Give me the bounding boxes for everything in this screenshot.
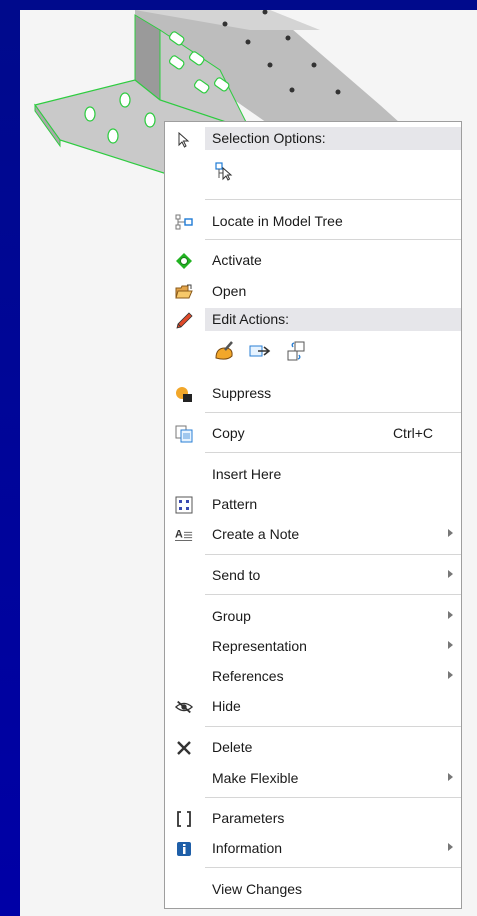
submenu-arrow-icon	[448, 611, 453, 619]
parameters-brackets-icon	[175, 810, 193, 828]
pick-from-list-icon[interactable]	[212, 159, 236, 183]
separator	[205, 797, 461, 798]
information-icon	[175, 840, 193, 858]
submenu-arrow-icon	[448, 671, 453, 679]
note-icon: A	[175, 526, 193, 544]
edit-actions-band: Edit Actions:	[205, 308, 461, 331]
send-to-item[interactable]: Send to	[165, 560, 461, 590]
activate-item[interactable]: Activate	[165, 245, 461, 275]
graphics-viewport[interactable]: Selection Options: Locate in Model Tree …	[20, 10, 477, 916]
representation-item[interactable]: Representation	[165, 631, 461, 661]
copy-item[interactable]: Copy Ctrl+C	[165, 418, 461, 448]
submenu-arrow-icon	[448, 773, 453, 781]
pattern-icon	[175, 496, 193, 514]
locate-in-model-tree-item[interactable]: Locate in Model Tree	[165, 206, 461, 236]
submenu-arrow-icon	[448, 641, 453, 649]
selection-options-icons	[212, 158, 236, 184]
separator	[205, 726, 461, 727]
information-item[interactable]: Information	[165, 833, 461, 863]
svg-text:A: A	[175, 529, 183, 541]
separator	[205, 594, 461, 595]
separator	[205, 199, 461, 200]
separator	[205, 412, 461, 413]
view-changes-item[interactable]: View Changes	[165, 874, 461, 904]
open-folder-icon	[175, 283, 193, 301]
suppress-item[interactable]: Suppress	[165, 378, 461, 408]
parameters-item[interactable]: Parameters	[165, 803, 461, 833]
hide-eye-icon	[175, 698, 193, 716]
replace-icon[interactable]	[284, 339, 308, 363]
cursor-arrow-icon	[175, 131, 193, 149]
delete-item[interactable]: Delete	[165, 732, 461, 762]
pattern-item[interactable]: Pattern	[165, 489, 461, 519]
separator	[205, 452, 461, 453]
references-item[interactable]: References	[165, 661, 461, 691]
delete-x-icon	[175, 739, 193, 757]
edit-definition-icon[interactable]	[212, 339, 236, 363]
separator	[205, 239, 461, 240]
edit-references-icon[interactable]	[248, 339, 272, 363]
group-item[interactable]: Group	[165, 601, 461, 631]
hide-item[interactable]: Hide	[165, 691, 461, 721]
submenu-arrow-icon	[448, 529, 453, 537]
selection-options-band: Selection Options:	[205, 127, 461, 150]
edit-actions-icons	[212, 338, 308, 364]
create-a-note-item[interactable]: A Create a Note	[165, 519, 461, 549]
make-flexible-item[interactable]: Make Flexible	[165, 763, 461, 793]
pencil-icon	[175, 312, 193, 330]
context-menu: Selection Options: Locate in Model Tree …	[164, 121, 462, 909]
separator	[205, 554, 461, 555]
insert-here-item[interactable]: Insert Here	[165, 459, 461, 489]
submenu-arrow-icon	[448, 570, 453, 578]
copy-icon	[175, 425, 193, 443]
suppress-icon	[175, 385, 193, 403]
submenu-arrow-icon	[448, 843, 453, 851]
open-item[interactable]: Open	[165, 276, 461, 306]
separator	[205, 867, 461, 868]
model-tree-icon	[175, 213, 193, 231]
activate-icon	[175, 252, 193, 270]
